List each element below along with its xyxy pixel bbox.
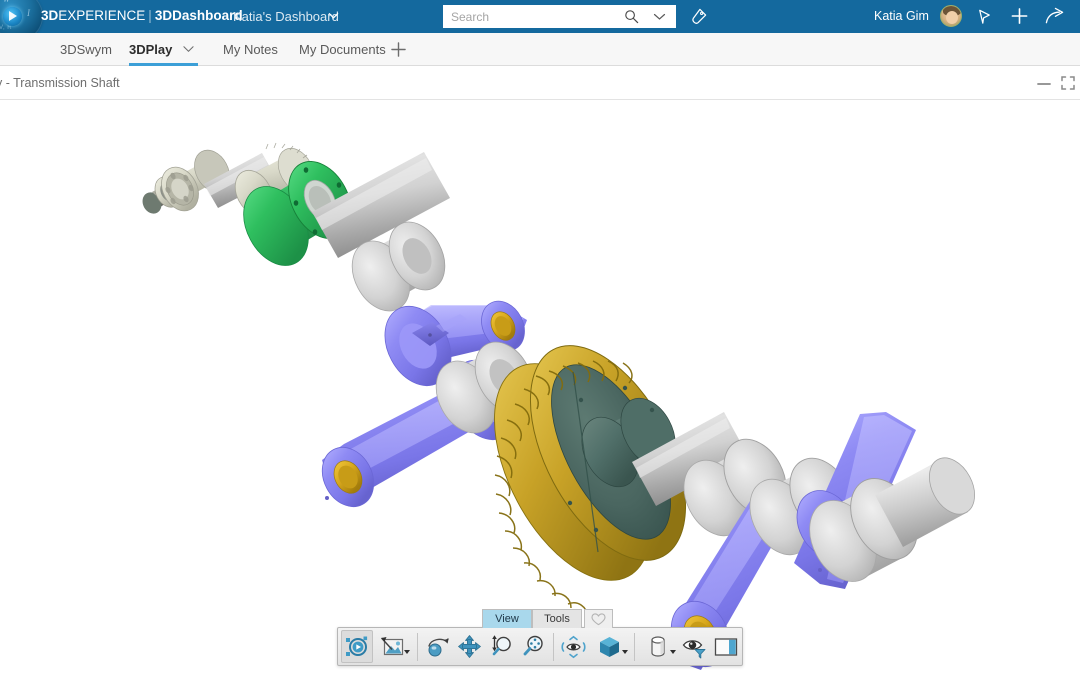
- view-cube-caret-icon[interactable]: [621, 650, 628, 654]
- tab-3dplay-label: 3DPlay: [129, 42, 173, 57]
- brand-3d: 3D: [41, 8, 59, 23]
- page-title: y - Transmission Shaft: [0, 76, 120, 90]
- tag-icon[interactable]: [689, 7, 708, 26]
- toolbar-tab-view[interactable]: View: [482, 609, 532, 628]
- brand-title[interactable]: 3DEXPERIENCE | 3DDashboard: [41, 8, 243, 23]
- logo-glyph-nw: W: [3, 0, 10, 4]
- rotate-button[interactable]: [422, 630, 454, 663]
- tab-my-documents[interactable]: My Documents: [299, 33, 386, 66]
- logo-glyph-ne: I: [27, 8, 30, 18]
- search-box[interactable]: [443, 5, 676, 28]
- image-capture-icon: [380, 636, 403, 655]
- brand-experience: EXPERIENCE: [58, 8, 146, 23]
- product-3d: 3D: [154, 8, 173, 23]
- search-input[interactable]: [451, 6, 616, 27]
- pan-button[interactable]: [453, 630, 485, 663]
- pan-arrows-icon: [457, 635, 481, 658]
- toolbar-tab-tools-label: Tools: [544, 613, 570, 625]
- tab-3dswym-label: 3DSwym: [60, 42, 113, 57]
- play-animation-button[interactable]: [341, 630, 373, 663]
- toolbar-tab-tools[interactable]: Tools: [532, 609, 582, 628]
- rotate-trackball-icon: [427, 637, 449, 656]
- notification-icon[interactable]: [975, 7, 994, 26]
- eye-filter-icon: [682, 639, 706, 658]
- content-title-bar: y - Transmission Shaft: [0, 66, 1080, 100]
- visibility-filter-button[interactable]: [678, 630, 710, 663]
- logo-play-triangle-icon: [9, 11, 17, 21]
- capture-image-caret-icon[interactable]: [403, 650, 410, 654]
- fit-all-magnifier-icon: [523, 635, 543, 656]
- avatar-face: [946, 11, 958, 24]
- cylinder-shading-icon: [651, 635, 666, 657]
- toolbar-separator: [416, 632, 418, 661]
- dashboard-name-label[interactable]: Katia's Dashboard: [233, 9, 339, 24]
- brand-separator: |: [148, 8, 152, 23]
- plus-icon[interactable]: [1010, 6, 1029, 26]
- tab-3dplay[interactable]: 3DPlay: [129, 33, 199, 66]
- look-at-button[interactable]: [558, 630, 590, 663]
- viewer-toolbar-tabs: View Tools: [482, 609, 613, 628]
- tab-3dswym[interactable]: 3DSwym: [60, 33, 112, 66]
- render-style-caret-icon[interactable]: [670, 650, 677, 654]
- tab-my-notes[interactable]: My Notes: [223, 33, 278, 66]
- share-arrow-icon[interactable]: [1044, 7, 1065, 26]
- toolbar-separator: [633, 632, 635, 661]
- minimize-icon[interactable]: [1036, 79, 1052, 89]
- fit-all-button[interactable]: [517, 630, 549, 663]
- render-style-button[interactable]: [639, 630, 679, 663]
- tab-my-notes-label: My Notes: [223, 42, 278, 57]
- 3d-viewport[interactable]: [0, 100, 1080, 675]
- capture-image-button[interactable]: [373, 630, 413, 663]
- view-cube-icon: [600, 636, 620, 657]
- transmission-shaft-3d-model[interactable]: [0, 100, 1080, 675]
- tab-bar: 3DSwym 3DPlay My Notes My Documents: [0, 33, 1080, 66]
- viewer-toolbar: [337, 627, 743, 666]
- tab-my-documents-label: My Documents: [299, 42, 386, 57]
- user-name-label[interactable]: Katia Gim: [874, 9, 929, 23]
- avatar[interactable]: [940, 5, 962, 27]
- side-panel-icon: [714, 637, 738, 656]
- heart-icon[interactable]: [591, 612, 606, 626]
- toolbar-separator: [552, 632, 554, 661]
- plus-icon[interactable]: [391, 42, 406, 57]
- chevron-down-icon[interactable]: [653, 12, 666, 21]
- chevron-down-icon[interactable]: [328, 10, 339, 21]
- show-panel-button[interactable]: [710, 630, 742, 663]
- app-header: W I V, R 3DEXPERIENCE|3DDashboard Katia'…: [0, 0, 1080, 40]
- model-geometry: [142, 142, 975, 670]
- zoom-button[interactable]: [485, 630, 517, 663]
- look-at-eye-icon: [561, 635, 586, 658]
- zoom-magnifier-icon: [492, 635, 511, 656]
- toolbar-tab-view-label: View: [495, 613, 519, 625]
- expand-icon[interactable]: [1061, 76, 1075, 90]
- view-cube-button[interactable]: [590, 630, 630, 663]
- search-icon[interactable]: [624, 9, 639, 24]
- chevron-down-icon[interactable]: [183, 45, 194, 53]
- play-target-icon: [345, 636, 368, 656]
- toolbar-favorite-tab[interactable]: [584, 609, 613, 628]
